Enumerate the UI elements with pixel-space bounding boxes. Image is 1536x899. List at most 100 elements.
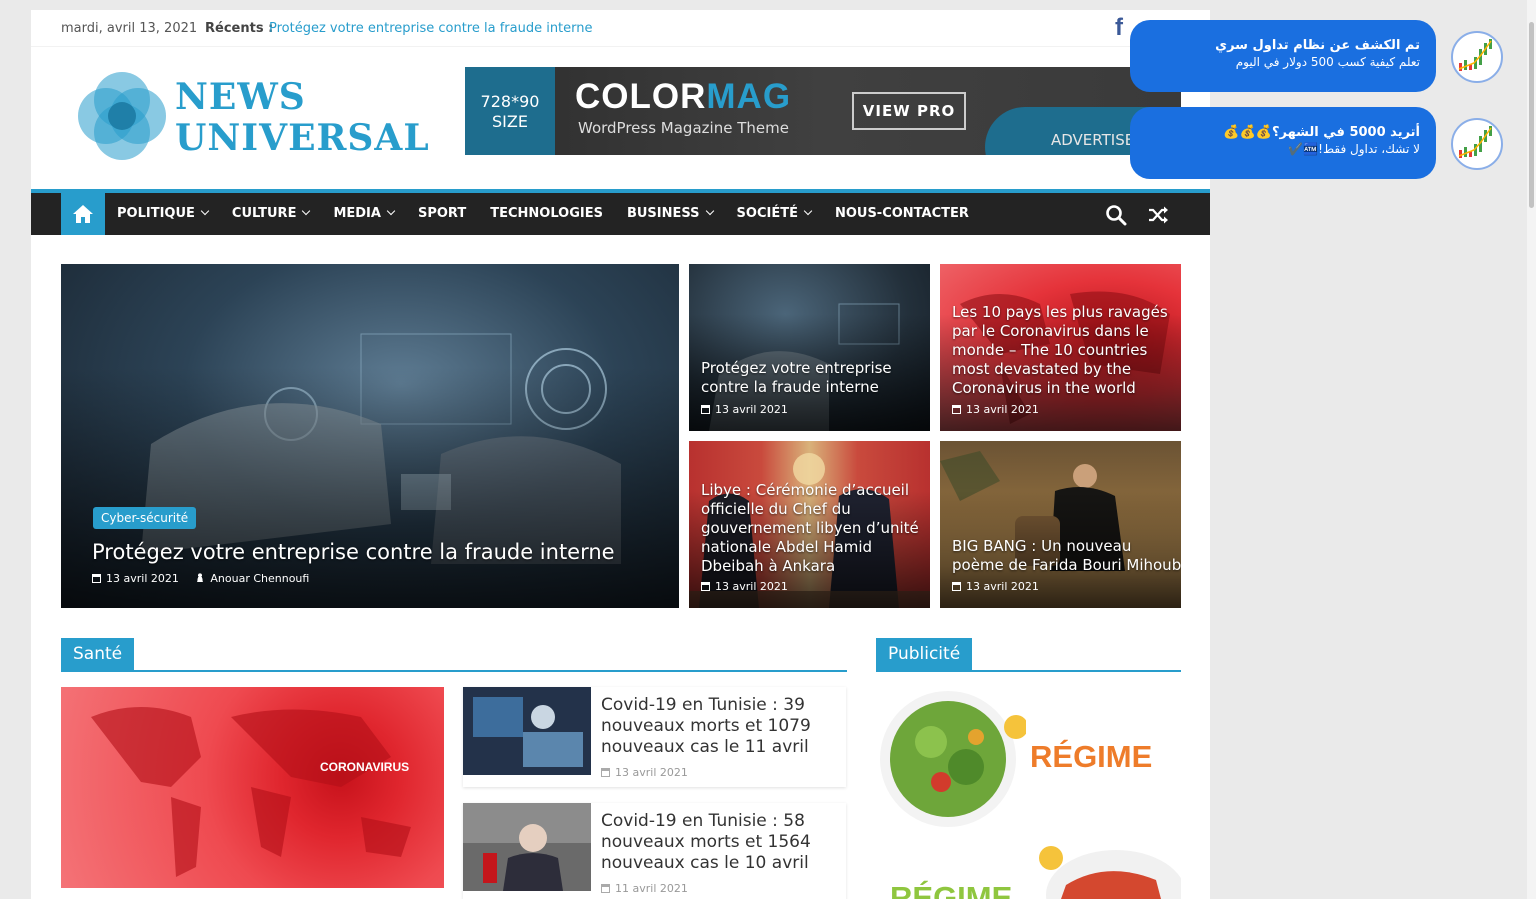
featured-tile-4[interactable]: BIG BANG : Un nouveau poème de Farida Bo… <box>940 441 1181 608</box>
publicite-section-header: Publicité <box>876 638 1181 672</box>
user-icon <box>196 573 205 582</box>
nav-menu: POLITIQUE CULTURE MEDIA SPORT TECHNOLOGI… <box>105 193 981 235</box>
calendar-icon <box>601 768 610 777</box>
nav-item-societe[interactable]: SOCIÉTÉ <box>725 193 823 235</box>
view-pro-button[interactable]: VIEW PRO <box>852 92 966 130</box>
facebook-icon[interactable]: f <box>1115 14 1123 42</box>
sante-item-meta: 11 avril 2021 <box>601 882 688 895</box>
sante-item-title[interactable]: Covid-19 en Tunisie : 58 nouveaux morts … <box>601 811 831 874</box>
nav-item-business[interactable]: BUSINESS <box>615 193 725 235</box>
nav-item-label: CULTURE <box>231 206 297 221</box>
notification-body: لا تشك، تداول فقط!🏧✔️ <box>1288 142 1420 156</box>
nav-item-nous-contacter[interactable]: NOUS-CONTACTER <box>823 193 981 235</box>
calendar-icon <box>92 574 101 583</box>
sante-item-date[interactable]: 11 avril 2021 <box>615 882 688 895</box>
main-navigation: POLITIQUE CULTURE MEDIA SPORT TECHNOLOGI… <box>31 189 1210 235</box>
featured-tile-3[interactable]: Libye : Cérémonie d’accueil officielle d… <box>689 441 930 608</box>
nav-item-technologies[interactable]: TECHNOLOGIES <box>478 193 615 235</box>
page: mardi, avril 13, 2021 Récents : Protégez… <box>31 10 1210 899</box>
banner-brand-b: MAG <box>706 77 792 116</box>
publicite-section-label: Publicité <box>876 638 973 670</box>
featured-tile-meta: 13 avril 2021 <box>952 403 1039 416</box>
calendar-icon <box>601 884 610 893</box>
calendar-icon <box>952 405 961 414</box>
notification-title: أتريد 5000 في الشهر؟💰💰💰 <box>1223 125 1420 140</box>
sante-item-meta: 13 avril 2021 <box>601 766 688 779</box>
featured-main-date[interactable]: 13 avril 2021 <box>106 572 179 585</box>
notification-title: تم الكشف عن نظام تداول سري <box>1215 38 1420 53</box>
featured-main-author[interactable]: Anouar Chennoufi <box>210 572 309 585</box>
sante-section-header: Santé <box>61 638 847 672</box>
featured-tile-date[interactable]: 13 avril 2021 <box>715 580 788 593</box>
chevron-down-icon <box>302 206 311 216</box>
featured-tile-date[interactable]: 13 avril 2021 <box>715 403 788 416</box>
featured-tile-meta: 13 avril 2021 <box>701 580 788 593</box>
featured-tile-meta: 13 avril 2021 <box>701 403 788 416</box>
chevron-down-icon <box>200 206 210 216</box>
featured-tile-meta: 13 avril 2021 <box>952 580 1039 593</box>
featured-main-meta: 13 avril 2021 Anouar Chennoufi <box>92 572 309 585</box>
nav-item-label: SOCIÉTÉ <box>736 206 798 221</box>
category-badge[interactable]: Cyber-sécurité <box>93 507 197 529</box>
regime-ad-text: RÉGIME <box>1030 739 1153 774</box>
banner-size-line1: 728*90 <box>480 92 540 111</box>
sante-section-label[interactable]: Santé <box>61 638 135 670</box>
page-scrollbar[interactable] <box>1527 0 1536 899</box>
logo-mark-icon <box>78 72 166 160</box>
salad-image <box>880 691 1026 827</box>
featured-tile-date[interactable]: 13 avril 2021 <box>966 580 1039 593</box>
push-notification-2[interactable]: أتريد 5000 في الشهر؟💰💰💰 لا تشك، تداول فق… <box>1130 107 1436 179</box>
search-icon[interactable] <box>1105 204 1127 226</box>
featured-tile-title[interactable]: BIG BANG : Un nouveau poème de Farida Bo… <box>952 537 1181 575</box>
site-title-line2: UNIVERSAL <box>175 117 430 159</box>
featured-tile-2[interactable]: Les 10 pays les plus ravagés par le Coro… <box>940 264 1181 431</box>
banner-brand-a: COLOR <box>575 77 707 116</box>
featured-main-post[interactable]: Cyber-sécurité Protégez votre entreprise… <box>61 264 679 608</box>
nav-item-label: NOUS-CONTACTER <box>834 206 969 221</box>
top-bar: mardi, avril 13, 2021 Récents : Protégez… <box>31 10 1210 47</box>
calendar-icon <box>701 582 710 591</box>
nav-item-culture[interactable]: CULTURE <box>220 193 322 235</box>
banner-subtitle: WordPress Magazine Theme <box>578 119 789 137</box>
site-title-line1: NEWS <box>175 76 306 118</box>
featured-main-title[interactable]: Protégez votre entreprise contre la frau… <box>92 540 672 564</box>
recent-news-link[interactable]: Protégez votre entreprise contre la frau… <box>269 21 593 36</box>
nav-item-politique[interactable]: POLITIQUE <box>105 193 220 235</box>
scrollbar-thumb[interactable] <box>1529 22 1534 208</box>
nav-item-label: SPORT <box>417 206 467 221</box>
sante-item-title[interactable]: Covid-19 en Tunisie : 39 nouveaux morts … <box>601 695 831 758</box>
notification-chart-icon[interactable] <box>1451 31 1503 83</box>
featured-tile-title[interactable]: Libye : Cérémonie d’accueil officielle d… <box>701 481 926 576</box>
push-notification-1[interactable]: تم الكشف عن نظام تداول سري تعلم كيفية كس… <box>1130 20 1436 92</box>
shuffle-icon[interactable] <box>1147 204 1169 226</box>
featured-tile-title[interactable]: Protégez votre entreprise contre la frau… <box>701 359 926 397</box>
home-icon <box>73 205 93 223</box>
sante-item-2-thumbnail <box>463 803 591 891</box>
nav-item-label: BUSINESS <box>626 206 700 221</box>
sante-item-1-thumbnail <box>463 687 591 775</box>
chevron-down-icon <box>803 206 813 216</box>
sidebar-ad-2[interactable]: RÉGIME <box>876 840 1181 899</box>
featured-tile-1[interactable]: Protégez votre entreprise contre la frau… <box>689 264 930 431</box>
sante-item-date[interactable]: 13 avril 2021 <box>615 766 688 779</box>
banner-advertise-text: ADVERTISE <box>1051 131 1135 149</box>
notification-chart-icon[interactable] <box>1451 118 1503 170</box>
featured-tile-date[interactable]: 13 avril 2021 <box>966 403 1039 416</box>
featured-tile-title[interactable]: Les 10 pays les plus ravagés par le Coro… <box>952 303 1177 398</box>
header-ad-banner[interactable]: 728*90 SIZE COLORMAG WordPress Magazine … <box>465 67 1181 155</box>
sante-list-item-2[interactable]: Covid-19 en Tunisie : 58 nouveaux morts … <box>463 803 846 899</box>
nav-item-label: POLITIQUE <box>117 206 195 221</box>
home-button[interactable] <box>61 193 105 235</box>
sante-list-item-1[interactable]: Covid-19 en Tunisie : 39 nouveaux morts … <box>463 687 846 787</box>
calendar-icon <box>701 405 710 414</box>
current-date: mardi, avril 13, 2021 <box>61 21 198 36</box>
world-map-image <box>91 707 411 877</box>
nav-item-sport[interactable]: SPORT <box>406 193 478 235</box>
nav-item-media[interactable]: MEDIA <box>321 193 406 235</box>
coronavirus-text: CORONAVIRUS <box>320 760 410 774</box>
recent-label: Récents : <box>205 21 274 36</box>
calendar-icon <box>952 582 961 591</box>
nav-item-label: TECHNOLOGIES <box>490 206 603 221</box>
sante-big-image[interactable]: CORONAVIRUS <box>61 687 444 888</box>
sidebar-ad-1[interactable]: RÉGIME <box>876 687 1181 832</box>
